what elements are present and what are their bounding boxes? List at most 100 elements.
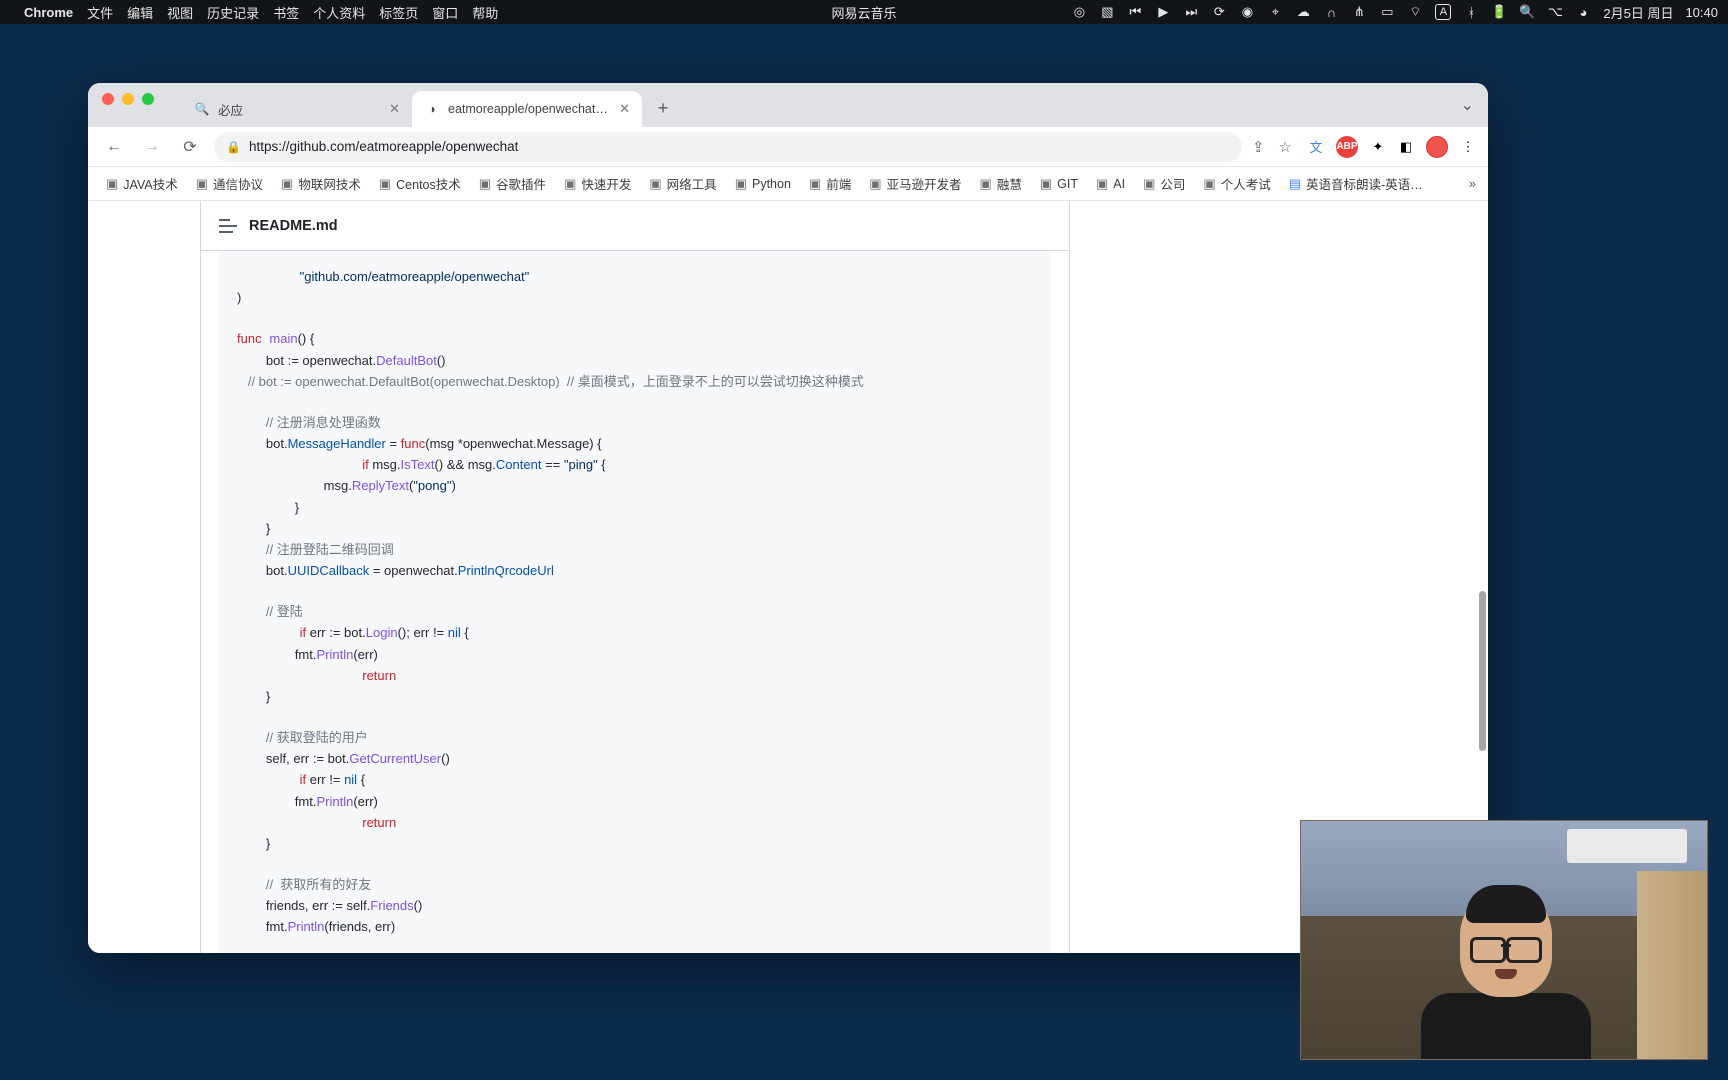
folder-icon: ▣ — [1143, 176, 1155, 192]
wechat-icon[interactable]: ☁ — [1295, 4, 1311, 20]
target-icon[interactable]: ◉ — [1239, 4, 1255, 20]
battery-icon[interactable]: 🔋 — [1491, 4, 1507, 20]
bluetooth-icon[interactable]: ᚼ — [1463, 4, 1479, 20]
address-bar[interactable]: 🔒 https://github.com/eatmoreapple/openwe… — [214, 132, 1242, 162]
media-next-icon[interactable]: ⏭ — [1183, 4, 1199, 20]
media-play-icon[interactable]: ▶ — [1155, 4, 1171, 20]
translate-icon[interactable]: 文 — [1308, 139, 1324, 155]
bookmark-folder[interactable]: ▣通信协议 — [190, 170, 269, 197]
code-text: (err) — [353, 647, 378, 662]
code-text: bot. — [237, 563, 288, 578]
notes-icon[interactable]: ▧ — [1099, 4, 1115, 20]
menu-window[interactable]: 窗口 — [432, 3, 458, 22]
window-close-icon[interactable] — [102, 93, 114, 105]
location-icon[interactable]: ⌖ — [1267, 4, 1283, 20]
code-text: "pong" — [413, 478, 451, 493]
forward-button[interactable]: → — [138, 133, 166, 161]
window-minimize-icon[interactable] — [122, 93, 134, 105]
bookmark-folder[interactable]: ▣JAVA技术 — [100, 170, 184, 197]
headset-icon[interactable]: ∩ — [1323, 4, 1339, 20]
menubar-date[interactable]: 2月5日 周日 — [1603, 3, 1673, 22]
menu-help[interactable]: 帮助 — [472, 3, 498, 22]
menu-tabs[interactable]: 标签页 — [379, 3, 418, 22]
bookmark-folder[interactable]: ▣GIT — [1034, 172, 1084, 196]
app-name[interactable]: Chrome — [24, 5, 73, 20]
media-prev-icon[interactable]: ⏮ — [1127, 4, 1143, 20]
screencast-icon[interactable]: ◎ — [1071, 4, 1087, 20]
display-icon[interactable]: ▭ — [1379, 4, 1395, 20]
menu-view[interactable]: 视图 — [167, 3, 193, 22]
abp-extension-icon[interactable]: ABP — [1336, 136, 1358, 158]
menu-file[interactable]: 文件 — [87, 3, 113, 22]
sidepanel-icon[interactable]: ◧ — [1398, 139, 1414, 155]
search-icon: 🔍 — [194, 101, 210, 117]
code-text: "github.com/eatmoreapple/openwechat" — [300, 269, 530, 284]
url-text: https://github.com/eatmoreapple/openwech… — [249, 139, 518, 154]
tab-bing[interactable]: 🔍 必应 ✕ — [182, 91, 412, 127]
toc-icon[interactable] — [219, 219, 237, 233]
profile-avatar-icon[interactable] — [1426, 136, 1448, 158]
bookmark-folder[interactable]: ▣Centos技术 — [373, 170, 467, 197]
siri-icon[interactable]: ◕ — [1575, 4, 1591, 20]
code-text: // 获取所有的好友 — [237, 877, 371, 892]
bookmark-folder[interactable]: ▣物联网技术 — [275, 170, 367, 197]
spotlight-icon[interactable]: 🔍 — [1519, 4, 1535, 20]
wifi-icon[interactable]: ⌔ — [1407, 4, 1423, 20]
chrome-menu-icon[interactable]: ⋮ — [1460, 139, 1476, 155]
tab-overflow-icon[interactable]: ⌄ — [1461, 95, 1474, 115]
code-text: (err) — [353, 794, 378, 809]
code-text: () — [437, 353, 446, 368]
bookmark-folder[interactable]: ▣前端 — [803, 170, 857, 197]
bookmark-folder[interactable]: ▣网络工具 — [643, 170, 722, 197]
bookmark-folder[interactable]: ▣个人考试 — [1197, 170, 1276, 197]
bookmark-folder[interactable]: ▣谷歌插件 — [473, 170, 552, 197]
scrollbar-thumb[interactable] — [1479, 591, 1486, 751]
code-text: "ping" — [564, 457, 598, 472]
code-text: fmt. — [237, 919, 288, 934]
bookmark-label: JAVA技术 — [123, 174, 177, 193]
window-maximize-icon[interactable] — [142, 93, 154, 105]
code-text: // 注册登陆二维码回调 — [237, 542, 394, 557]
back-button[interactable]: ← — [100, 133, 128, 161]
control-center-icon[interactable]: ⌥ — [1547, 4, 1563, 20]
hotspot-icon[interactable]: ⋔ — [1351, 4, 1367, 20]
reload-button[interactable]: ⟳ — [176, 133, 204, 161]
code-text: } — [237, 836, 270, 851]
code-text: () { — [298, 331, 315, 346]
new-tab-button[interactable]: + — [648, 93, 678, 123]
browser-toolbar: ← → ⟳ 🔒 https://github.com/eatmoreapple/… — [88, 127, 1488, 167]
folder-icon: ▣ — [1096, 176, 1108, 192]
folder-icon: ▣ — [735, 176, 747, 192]
code-text: func — [401, 436, 426, 451]
close-tab-icon[interactable]: ✕ — [389, 101, 400, 117]
code-text: fmt. — [237, 794, 316, 809]
bookmark-folder[interactable]: ▣公司 — [1137, 170, 1191, 197]
bookmark-folder[interactable]: ▣融慧 — [974, 170, 1028, 197]
bookmark-link[interactable]: ▤英语音标朗读-英语… — [1283, 170, 1429, 197]
share-icon[interactable]: ⇪ — [1252, 138, 1265, 156]
bookmark-label: 谷歌插件 — [496, 174, 546, 193]
extensions-icon[interactable]: ✦ — [1370, 139, 1386, 155]
menubar-time[interactable]: 10:40 — [1685, 5, 1718, 20]
bookmark-label: 融慧 — [997, 174, 1022, 193]
readme-panel: README.md "github.com/eatmoreapple/openw… — [200, 201, 1070, 953]
bookmark-folder[interactable]: ▣亚马逊开发者 — [863, 170, 967, 197]
sync-icon[interactable]: ⟳ — [1211, 4, 1227, 20]
bookmarks-bar: ▣JAVA技术 ▣通信协议 ▣物联网技术 ▣Centos技术 ▣谷歌插件 ▣快速… — [88, 167, 1488, 201]
menu-edit[interactable]: 编辑 — [127, 3, 153, 22]
bookmark-folder[interactable]: ▣快速开发 — [558, 170, 637, 197]
close-tab-icon[interactable]: ✕ — [619, 101, 630, 117]
code-text: UUIDCallback — [288, 563, 370, 578]
bookmark-folder[interactable]: ▣Python — [729, 172, 797, 196]
bookmark-folder[interactable]: ▣AI — [1090, 172, 1131, 196]
now-playing[interactable]: 网易云音乐 — [831, 3, 896, 22]
tab-github[interactable]: ◑ eatmoreapple/openwechat: go ✕ — [412, 91, 642, 127]
menu-bookmarks[interactable]: 书签 — [273, 3, 299, 22]
bookmark-star-icon[interactable]: ☆ — [1279, 138, 1292, 156]
bookmark-overflow-icon[interactable]: » — [1469, 177, 1476, 191]
menu-history[interactable]: 历史记录 — [207, 3, 259, 22]
menu-profile[interactable]: 个人资料 — [313, 3, 365, 22]
input-method-icon[interactable]: A — [1435, 4, 1451, 20]
code-text: == — [541, 457, 563, 472]
code-text: self, err := bot. — [237, 751, 349, 766]
